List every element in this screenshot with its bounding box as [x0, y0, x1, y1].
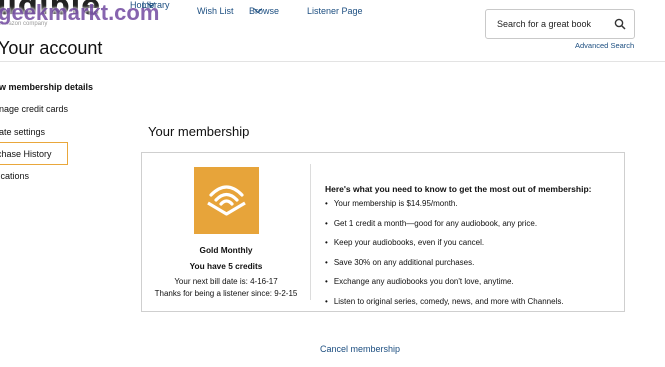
membership-section-title: Your membership — [148, 124, 250, 139]
list-item: Your membership is $14.95/month. — [325, 199, 458, 208]
credits-count: You have 5 credits — [189, 261, 263, 271]
side-item-purchase-history[interactable]: rchase History — [0, 149, 52, 159]
cancel-membership-link[interactable]: Cancel membership — [320, 344, 400, 354]
list-item: Exchange any audiobooks you don't love, … — [325, 277, 514, 286]
audible-wave-icon — [207, 185, 246, 216]
card-divider — [310, 164, 311, 300]
nav-label: Wish List — [197, 6, 234, 16]
side-item-membership-details[interactable]: ew membership details — [0, 82, 93, 92]
plan-name: Gold Monthly — [199, 245, 253, 255]
search-box[interactable]: Search for a great book — [485, 9, 635, 39]
list-item: Keep your audiobooks, even if you cancel… — [325, 238, 484, 247]
nav-label: Library — [142, 0, 170, 10]
nav-browse[interactable]: Browse — [249, 4, 279, 16]
nav-library[interactable]: Library — [142, 0, 170, 10]
plan-tile — [194, 167, 259, 234]
side-item-settings[interactable]: date settings — [0, 127, 45, 137]
listener-since: Thanks for being a listener since: 9-2-1… — [154, 289, 298, 298]
side-item-credit-cards[interactable]: anage credit cards — [0, 104, 68, 114]
page-title: Your account — [0, 38, 103, 58]
list-item: Get 1 credit a month—good for any audiob… — [325, 219, 537, 228]
list-item: Listen to original series, comedy, news,… — [325, 297, 564, 306]
nav-label: Listener Page — [307, 6, 363, 16]
search-icon[interactable] — [614, 18, 626, 30]
membership-info-heading: Here's what you need to know to get the … — [325, 184, 592, 194]
search-input[interactable]: Search for a great book — [497, 19, 591, 29]
side-item-notifications[interactable]: ifications — [0, 171, 29, 181]
next-bill-date: Your next bill date is: 4-16-17 — [174, 277, 278, 286]
list-item: Save 30% on any additional purchases. — [325, 258, 475, 267]
header-divider — [0, 61, 665, 62]
advanced-search-link[interactable]: Advanced Search — [575, 41, 634, 50]
membership-card: Gold Monthly You have 5 credits Your nex… — [141, 152, 625, 312]
